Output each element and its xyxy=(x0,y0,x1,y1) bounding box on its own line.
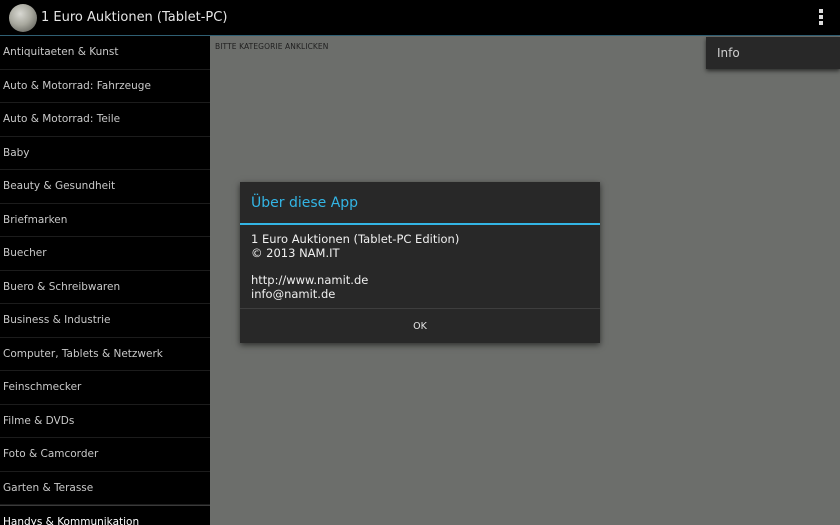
category-item[interactable]: Foto & Camcorder xyxy=(0,438,210,472)
overflow-menu: Info xyxy=(706,37,840,69)
category-item[interactable]: Antiquitaeten & Kunst xyxy=(0,36,210,70)
category-item[interactable]: Business & Industrie xyxy=(0,304,210,338)
dialog-title: Über diese App xyxy=(251,195,359,211)
about-dialog: Über diese App 1 Euro Auktionen (Tablet-… xyxy=(240,182,600,343)
dialog-message: 1 Euro Auktionen (Tablet-PC Edition) © 2… xyxy=(251,232,460,302)
category-item[interactable]: Feinschmecker xyxy=(0,371,210,405)
category-item[interactable]: Handys & Kommunikation xyxy=(0,505,210,525)
category-item[interactable]: Garten & Terasse xyxy=(0,472,210,505)
category-item[interactable]: Computer, Tablets & Netzwerk xyxy=(0,338,210,371)
category-item[interactable]: Briefmarken xyxy=(0,204,210,237)
overflow-menu-icon[interactable] xyxy=(812,8,830,28)
category-item[interactable]: Auto & Motorrad: Teile xyxy=(0,103,210,137)
dialog-line-email[interactable]: info@namit.de xyxy=(251,287,459,302)
ok-button[interactable]: OK xyxy=(240,309,600,343)
app-title: 1 Euro Auktionen (Tablet-PC) xyxy=(41,10,228,25)
dialog-line-app: 1 Euro Auktionen (Tablet-PC Edition) xyxy=(251,232,460,246)
dialog-line-copyright: © 2013 NAM.IT xyxy=(251,245,340,260)
category-list[interactable]: Antiquitaeten & Kunst Auto & Motorrad: F… xyxy=(0,36,210,525)
category-item[interactable]: Beauty & Gesundheit xyxy=(0,170,210,204)
category-item[interactable]: Baby xyxy=(0,137,210,170)
action-bar: 1 Euro Auktionen (Tablet-PC) xyxy=(0,0,840,36)
dialog-title-divider xyxy=(240,223,600,225)
category-item[interactable]: Auto & Motorrad: Fahrzeuge xyxy=(0,70,210,103)
dialog-line-url[interactable]: http://www.namit.de xyxy=(251,273,459,288)
category-item[interactable]: Filme & DVDs xyxy=(0,405,210,438)
coin-icon[interactable] xyxy=(9,4,37,32)
category-item[interactable]: Buero & Schreibwaren xyxy=(0,271,210,304)
menu-item-info[interactable]: Info xyxy=(717,46,740,60)
category-hint: BITTE KATEGORIE ANKLICKEN xyxy=(215,42,329,51)
category-item[interactable]: Buecher xyxy=(0,237,210,271)
dialog-line-blank xyxy=(251,260,459,274)
